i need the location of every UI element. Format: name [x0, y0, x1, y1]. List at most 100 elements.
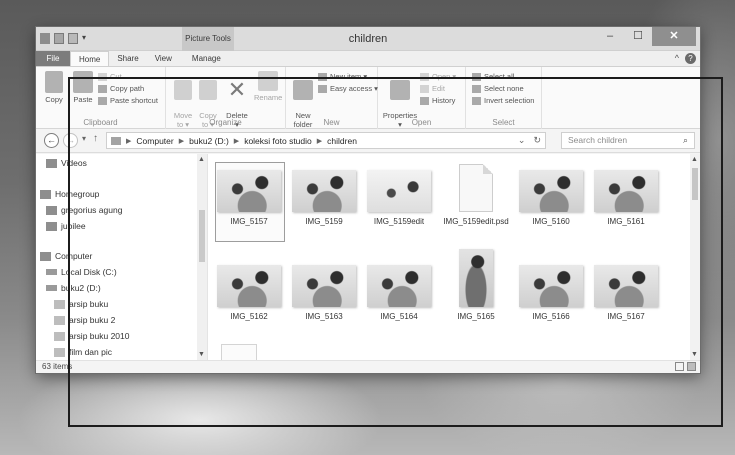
forward-button[interactable]: → [63, 133, 78, 148]
paste-shortcut-button[interactable]: Paste shortcut [98, 96, 158, 105]
scroll-down-icon[interactable]: ▼ [691, 351, 698, 358]
file-name: IMG_5167 [607, 312, 645, 321]
nav-item-computer[interactable]: Computer [40, 251, 92, 261]
nav-item-videos[interactable]: Videos [46, 158, 87, 168]
history-button[interactable]: History [420, 96, 455, 105]
nav-pane-scrollbar[interactable]: ▲ ▼ [197, 154, 207, 360]
breadcrumb-computer[interactable]: Computer [136, 136, 173, 146]
clipboard-group: Copy Paste Cut Copy path Paste shortcut … [36, 67, 166, 129]
tab-share[interactable]: Share [109, 51, 146, 66]
ribbon-tabs: File Home Share View Manage ^ ? [36, 51, 700, 67]
title-bar: ▾ Picture Tools children – ☐ ✕ [36, 27, 700, 51]
nav-item-arsip-buku-2010[interactable]: arsip buku 2010 [54, 331, 130, 341]
thumbnail-image [459, 249, 493, 307]
file-item[interactable]: IMG_5159edit.psd [439, 164, 513, 227]
paste-shortcut-icon [98, 96, 107, 105]
explorer-body: Videos Homegroup gregorius agung jubilee… [36, 154, 700, 360]
details-view-icon[interactable] [675, 362, 684, 371]
chevron-right-icon[interactable]: ▶ [126, 137, 131, 145]
refresh-icon[interactable]: ↻ [533, 133, 541, 148]
large-icons-view-icon[interactable] [687, 362, 696, 371]
file-name: IMG_5160 [532, 217, 570, 226]
file-list-scroll-thumb[interactable] [692, 168, 698, 200]
file-item[interactable]: IMG_5160 [514, 170, 588, 227]
rename-button[interactable]: Rename [254, 71, 282, 102]
file-item[interactable]: IMG_5162 [212, 265, 286, 322]
new-group: New folder New item ▾ Easy access ▾ New [286, 67, 378, 129]
tab-file[interactable]: File [36, 51, 70, 66]
file-item[interactable]: IMG_5165 [439, 249, 513, 322]
partial-file-thumbnail[interactable] [221, 344, 257, 360]
tab-home[interactable]: Home [70, 51, 110, 66]
invert-selection-button[interactable]: Invert selection [472, 96, 534, 105]
file-item[interactable]: IMG_5167 [589, 265, 663, 322]
address-history-chevron-icon[interactable]: ⌄ [518, 133, 526, 148]
file-explorer-window: ▾ Picture Tools children – ☐ ✕ File Home… [36, 27, 700, 373]
clipboard-group-label: Clipboard [83, 118, 118, 127]
file-item[interactable]: IMG_5157 [212, 162, 286, 242]
select-all-button[interactable]: Select all [472, 72, 514, 81]
up-arrow-icon[interactable]: ↑ [93, 133, 98, 144]
copy-to-icon [199, 80, 217, 100]
file-item[interactable]: IMG_5166 [514, 265, 588, 322]
thumbnail-image [292, 265, 356, 307]
nav-item-film-dan-pic[interactable]: film dan pic [54, 347, 112, 357]
invert-selection-icon [472, 96, 481, 105]
easy-access-button[interactable]: Easy access ▾ [318, 84, 378, 93]
copy-path-button[interactable]: Copy path [98, 84, 144, 93]
chevron-right-icon[interactable]: ▶ [317, 137, 322, 145]
maximize-button[interactable]: ☐ [624, 27, 652, 46]
scroll-up-icon[interactable]: ▲ [691, 156, 698, 163]
chevron-right-icon[interactable]: ▶ [234, 137, 239, 145]
breadcrumb-drive-d[interactable]: buku2 (D:) [189, 136, 229, 146]
file-item[interactable]: IMG_5163 [287, 265, 361, 322]
properties-check-icon [390, 80, 410, 100]
breadcrumb-children[interactable]: children [327, 136, 357, 146]
collapse-ribbon-icon[interactable]: ^ [675, 53, 679, 64]
breadcrumb-koleksi-foto-studio[interactable]: koleksi foto studio [244, 136, 312, 146]
tab-manage[interactable]: Manage [184, 51, 229, 66]
file-name: IMG_5161 [607, 217, 645, 226]
close-button[interactable]: ✕ [652, 27, 696, 46]
cut-button[interactable]: Cut [98, 72, 122, 81]
paste-button[interactable]: Paste [70, 71, 96, 104]
user-icon [46, 205, 57, 215]
thumbnail-image [217, 170, 281, 212]
back-button[interactable]: ← [44, 133, 59, 148]
nav-item-arsip-buku[interactable]: arsip buku [54, 299, 108, 309]
edit-button[interactable]: Edit [420, 84, 445, 93]
recent-locations-chevron-icon[interactable]: ▾ [82, 134, 86, 143]
search-icon[interactable]: ⌕ [683, 133, 688, 148]
address-field[interactable]: ▶ Computer ▶ buku2 (D:) ▶ koleksi foto s… [106, 132, 546, 149]
thumbnail-image [519, 265, 583, 307]
thumbnail-image [519, 170, 583, 212]
scroll-up-icon[interactable]: ▲ [198, 156, 205, 163]
minimize-button[interactable]: – [596, 27, 624, 46]
nav-item-homegroup[interactable]: Homegroup [40, 189, 99, 199]
nav-pane-scroll-thumb[interactable] [199, 210, 205, 262]
nav-item-local-disk-c[interactable]: Local Disk (C:) [46, 267, 117, 277]
scroll-down-icon[interactable]: ▼ [198, 351, 205, 358]
copy-button[interactable]: Copy [42, 71, 66, 104]
nav-item-jubilee[interactable]: jubilee [46, 221, 86, 231]
open-button[interactable]: Open ▾ [420, 72, 456, 81]
nav-item-buku2-d[interactable]: buku2 (D:) [46, 283, 101, 293]
file-list-scrollbar[interactable]: ▲ ▼ [690, 154, 700, 360]
new-item-button[interactable]: New item ▾ [318, 72, 367, 81]
search-input[interactable]: Search children ⌕ [561, 132, 695, 149]
file-item[interactable]: IMG_5161 [589, 170, 663, 227]
nav-item-arsip-buku-2[interactable]: arsip buku 2 [54, 315, 115, 325]
chevron-right-icon[interactable]: ▶ [179, 137, 184, 145]
window-controls: – ☐ ✕ [596, 27, 696, 46]
file-item[interactable]: IMG_5164 [362, 265, 436, 322]
help-icon[interactable]: ? [685, 53, 696, 64]
search-placeholder: Search children [568, 135, 628, 145]
file-item[interactable]: IMG_5159 [287, 170, 361, 227]
file-list-pane: IMG_5157 IMG_5159 IMG_5159edit IMG_5159e… [208, 154, 700, 360]
tab-view[interactable]: View [147, 51, 180, 66]
nav-item-gregorius-agung[interactable]: gregorius agung [46, 205, 122, 215]
organize-group: Move to ▾ Copy to ▾ ✕ Delete ▾ Rename Or… [166, 67, 286, 129]
select-none-button[interactable]: Select none [472, 84, 524, 93]
file-item[interactable]: IMG_5159edit [362, 170, 436, 227]
open-group-label: Open [411, 118, 432, 127]
